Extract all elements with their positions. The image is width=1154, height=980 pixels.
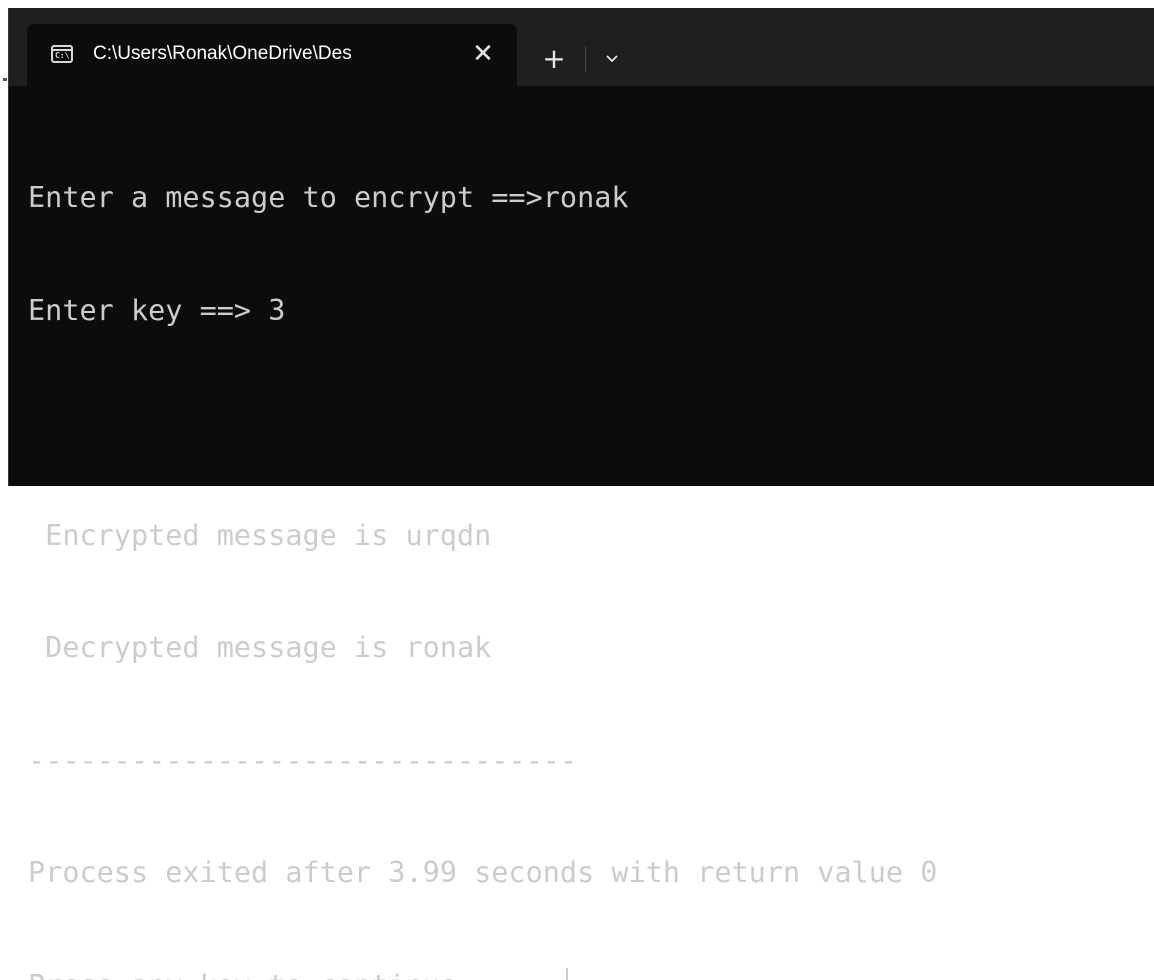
- console-line: Enter key ==> 3: [28, 292, 1138, 330]
- console-line: [28, 404, 1138, 442]
- console-icon-glyph: C:\: [55, 51, 69, 60]
- console-line: Encrypted message is urqdn: [28, 517, 1138, 555]
- console-line: --------------------------------: [28, 742, 1138, 780]
- console-line: Process exited after 3.99 seconds with r…: [28, 854, 1138, 892]
- chevron-down-icon: [605, 54, 619, 64]
- console-line: Decrypted message is ronak: [28, 629, 1138, 667]
- tab-title: C:\Users\Ronak\OneDrive\Des: [93, 41, 453, 67]
- console-icon: C:\: [51, 45, 73, 63]
- tab-console[interactable]: C:\ C:\Users\Ronak\OneDrive\Des ✕: [27, 24, 517, 86]
- new-tab-button[interactable]: +: [537, 42, 571, 76]
- terminal-window: C:\ C:\Users\Ronak\OneDrive\Des ✕ + Ente…: [8, 8, 1154, 486]
- window-edge-mark: [3, 78, 7, 81]
- console-line: Enter a message to encrypt ==>ronak: [28, 179, 1138, 217]
- tab-separator: [585, 46, 586, 72]
- text-cursor: [566, 968, 568, 980]
- title-bar: C:\ C:\Users\Ronak\OneDrive\Des ✕ +: [9, 8, 1154, 86]
- tab-dropdown-button[interactable]: [595, 42, 629, 76]
- console-line: Press any key to continue . . .: [28, 969, 560, 980]
- console-prompt-line: Press any key to continue . . .: [28, 967, 1138, 980]
- console-output[interactable]: Enter a message to encrypt ==>ronak Ente…: [28, 104, 1138, 474]
- close-tab-icon[interactable]: ✕: [467, 38, 499, 70]
